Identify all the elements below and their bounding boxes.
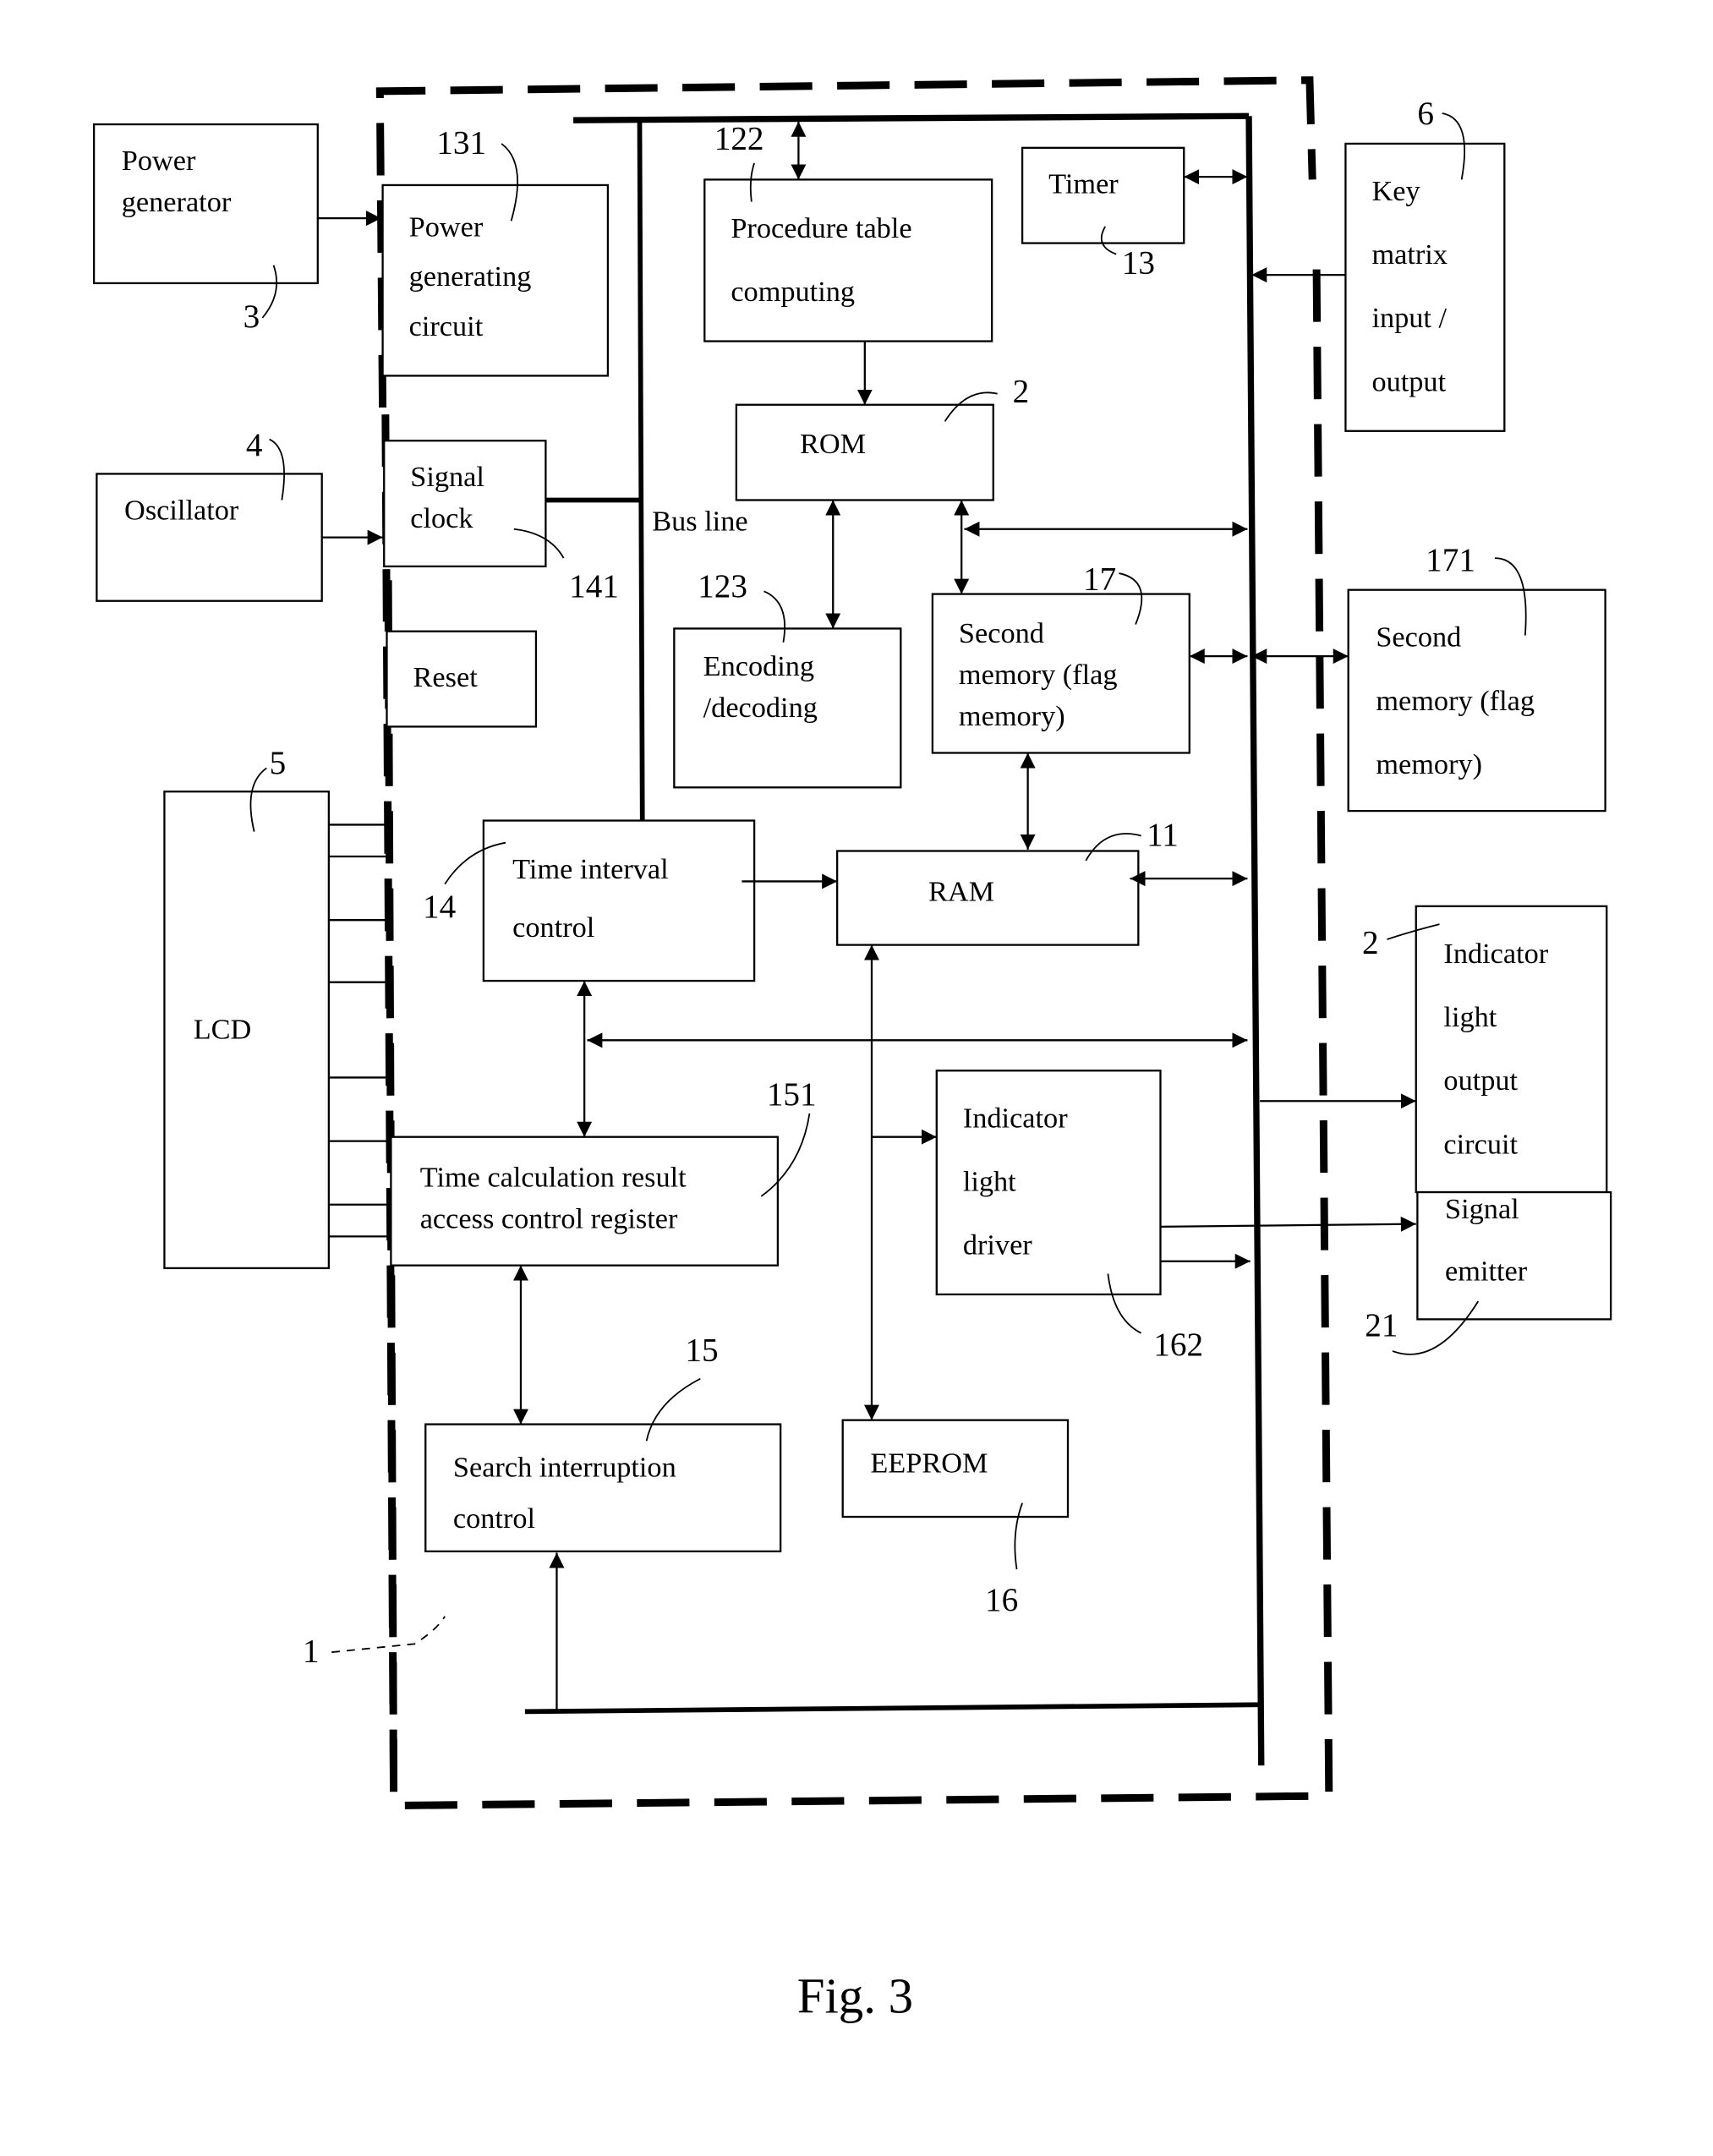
block-label: matrix bbox=[1371, 238, 1448, 271]
arrow-driver-signal-emitter bbox=[1160, 1216, 1416, 1232]
ref-number: 3 bbox=[244, 298, 260, 335]
block-label: Procedure table bbox=[731, 212, 911, 244]
block-label: Second bbox=[959, 617, 1044, 649]
block-label: Second bbox=[1376, 621, 1461, 654]
ref-number: 21 bbox=[1365, 1307, 1398, 1343]
block-label: memory (flag bbox=[1376, 685, 1535, 717]
block-label: light bbox=[963, 1165, 1016, 1197]
ref-number: 123 bbox=[698, 568, 747, 605]
lcd-connections bbox=[328, 824, 391, 1238]
block-label: Time calculation result bbox=[420, 1162, 687, 1194]
eeprom-block: EEPROM 16 bbox=[841, 1419, 1070, 1618]
time-interval-control-block: Time interval control 14 bbox=[423, 819, 756, 982]
encoding-decoding-block: Encoding /decoding 123 bbox=[673, 568, 902, 789]
block-label: memory) bbox=[1376, 748, 1482, 780]
time-calc-register-block: Time calculation result access control r… bbox=[390, 1076, 817, 1267]
bus-line-label: Bus line bbox=[652, 505, 747, 537]
power-generating-circuit-block: Power generating circuit 131 bbox=[381, 124, 610, 377]
block-label: Signal bbox=[1445, 1193, 1519, 1225]
block-label: RAM bbox=[928, 875, 994, 907]
block-label: Encoding bbox=[703, 650, 814, 682]
chip-reference: 1 bbox=[303, 1616, 446, 1670]
second-memory-internal-block: Second memory (flag memory) 17 bbox=[931, 561, 1190, 754]
ref-number: 14 bbox=[423, 889, 456, 925]
block-label: Reset bbox=[413, 661, 479, 693]
block-label: Power bbox=[409, 211, 484, 243]
block-label: /decoding bbox=[703, 692, 818, 724]
ref-number: 151 bbox=[767, 1076, 817, 1113]
power-generator-block: Power generator 3 bbox=[92, 123, 319, 335]
block-label: access control register bbox=[420, 1203, 678, 1235]
block-diagram: Power generator 3 Power generating circu… bbox=[92, 76, 1612, 2024]
ref-number: 4 bbox=[246, 427, 263, 463]
block-label: output bbox=[1371, 365, 1446, 397]
signal-clock-block: Signal clock 141 bbox=[383, 440, 619, 605]
block-label: Indicator bbox=[963, 1102, 1068, 1134]
indicator-light-driver-block: Indicator light driver 162 bbox=[935, 1070, 1203, 1363]
rom-block: ROM 2 bbox=[735, 373, 1030, 501]
block-label: Time interval bbox=[512, 853, 669, 885]
block-label: Key bbox=[1371, 175, 1420, 207]
indicator-light-output-block: Indicator light output circuit 2 bbox=[1362, 905, 1608, 1194]
ref-number: 2 bbox=[1362, 924, 1379, 960]
ref-number: 122 bbox=[714, 120, 764, 156]
ref-number: 6 bbox=[1417, 96, 1434, 132]
second-memory-external-block: Second memory (flag memory) 171 bbox=[1347, 542, 1606, 813]
block-label: circuit bbox=[409, 310, 484, 342]
procedure-table-block: Procedure table computing 122 bbox=[703, 120, 993, 342]
ref-number: 162 bbox=[1153, 1327, 1203, 1363]
block-label: ROM bbox=[800, 428, 866, 460]
block-label: input / bbox=[1371, 302, 1447, 334]
bus-bottom bbox=[524, 1702, 1261, 1715]
signal-emitter-block: Signal emitter 21 bbox=[1365, 1190, 1612, 1355]
search-interruption-control-block: Search interruption control 15 bbox=[424, 1332, 782, 1553]
ref-number: 171 bbox=[1426, 542, 1475, 578]
block-label: memory) bbox=[959, 700, 1065, 732]
bus-left bbox=[637, 120, 645, 823]
lcd-block: LCD 5 bbox=[163, 745, 331, 1270]
figure-caption: Fig. 3 bbox=[797, 1969, 913, 2024]
block-label: control bbox=[512, 911, 594, 944]
ref-number: 1 bbox=[303, 1633, 320, 1670]
ram-block: RAM 11 bbox=[835, 817, 1179, 946]
block-label: Indicator bbox=[1443, 938, 1548, 970]
ref-number: 13 bbox=[1122, 245, 1155, 282]
block-label: generator bbox=[122, 186, 232, 218]
ref-number: 15 bbox=[685, 1332, 718, 1368]
bus-right bbox=[1245, 116, 1265, 1766]
reset-block: Reset bbox=[386, 630, 538, 728]
bus-top bbox=[573, 112, 1250, 123]
ref-number: 2 bbox=[1013, 373, 1030, 409]
block-label: emitter bbox=[1445, 1256, 1528, 1288]
block-label: Power bbox=[122, 145, 196, 177]
block-label: Signal bbox=[410, 461, 484, 493]
ref-number: 141 bbox=[569, 568, 619, 605]
ref-number: 17 bbox=[1083, 561, 1116, 598]
block-label: driver bbox=[963, 1229, 1032, 1261]
block-label: light bbox=[1443, 1001, 1497, 1033]
block-label: LCD bbox=[194, 1014, 252, 1046]
block-label: clock bbox=[410, 502, 473, 534]
block-label: EEPROM bbox=[870, 1447, 988, 1480]
timer-block: Timer 13 bbox=[1021, 146, 1185, 282]
ref-number: 131 bbox=[436, 124, 486, 161]
oscillator-block: Oscillator 4 bbox=[96, 427, 323, 602]
ref-number: 16 bbox=[985, 1582, 1018, 1618]
block-label: Timer bbox=[1048, 168, 1119, 200]
block-label: control bbox=[453, 1502, 535, 1535]
ref-number: 5 bbox=[270, 745, 287, 781]
ref-number: 11 bbox=[1147, 817, 1179, 853]
block-label: output bbox=[1443, 1064, 1518, 1097]
block-label: Oscillator bbox=[124, 494, 239, 526]
block-label: computing bbox=[731, 276, 855, 308]
block-label: generating bbox=[409, 260, 532, 293]
block-label: memory (flag bbox=[959, 659, 1118, 691]
block-label: Search interruption bbox=[453, 1452, 676, 1484]
block-label: circuit bbox=[1443, 1128, 1518, 1160]
key-matrix-block: Key matrix input / output 6 bbox=[1344, 96, 1506, 432]
